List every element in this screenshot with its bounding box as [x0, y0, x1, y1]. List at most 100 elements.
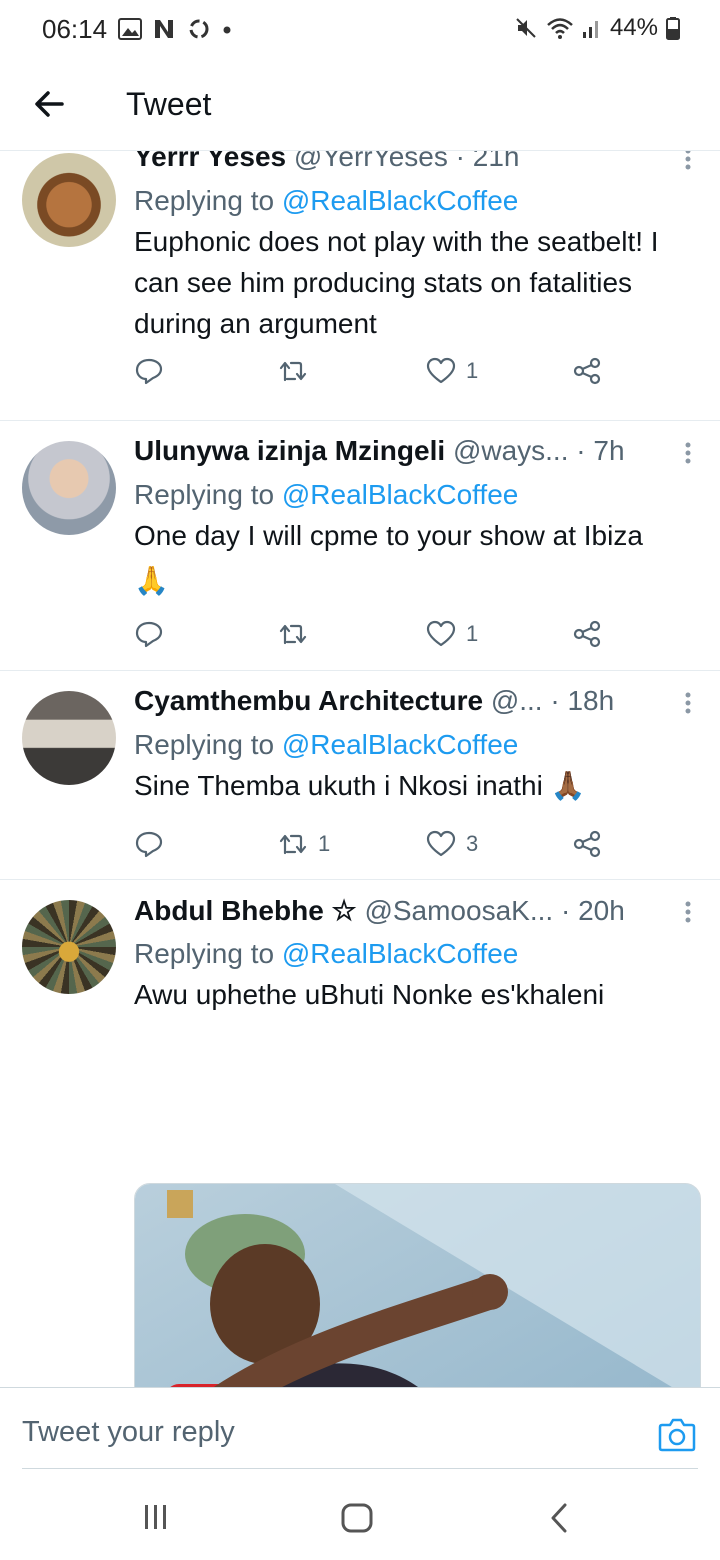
sync-icon: [189, 19, 209, 39]
reply-button[interactable]: [134, 356, 164, 386]
home-icon[interactable]: [340, 1502, 374, 1534]
tweet-item[interactable]: Abdul Bhebhe ☆ @SamoosaK... · 20h Replyi…: [0, 880, 720, 1387]
heart-icon: [426, 357, 456, 384]
like-button[interactable]: 1: [426, 356, 478, 386]
retweet-button[interactable]: [278, 619, 318, 649]
retweet-icon: [279, 624, 307, 645]
heart-icon: [426, 830, 456, 857]
tweet-header: Yerrr Yeses @YerrYeses · 21h: [134, 151, 700, 177]
tweet-text: Awu uphethe uBhuti Nonke es'khaleni: [134, 979, 605, 1010]
share-icon: [573, 620, 601, 648]
like-count: 1: [466, 621, 479, 646]
author-name[interactable]: Abdul Bhebhe ☆: [134, 895, 357, 926]
mention-link[interactable]: @RealBlackCoffee: [282, 938, 518, 969]
tweet-text: Sine Themba ukuth i Nkosi inathi: [134, 770, 543, 801]
arrow-left-icon[interactable]: [30, 84, 70, 124]
tweet-time: 7h: [593, 435, 625, 466]
more-options-icon[interactable]: [684, 691, 692, 715]
recent-apps-icon[interactable]: [142, 1502, 170, 1532]
author-handle[interactable]: @...: [491, 685, 543, 716]
separator-dot: ·: [455, 151, 465, 172]
avatar[interactable]: [22, 691, 116, 785]
author-handle[interactable]: @ways...: [453, 435, 569, 466]
reply-button[interactable]: [134, 619, 164, 649]
tweet-actions: 1: [134, 619, 614, 651]
separator-dot: ·: [550, 685, 560, 716]
camera-icon[interactable]: [658, 1416, 696, 1452]
reply-icon: [135, 831, 163, 858]
dot-icon: [223, 26, 231, 34]
like-button[interactable]: 3: [426, 829, 478, 859]
share-button[interactable]: [572, 829, 602, 859]
app-header: Tweet: [0, 58, 720, 151]
tweet-header: Cyamthembu Architecture @... · 18h: [134, 685, 700, 721]
share-icon: [573, 830, 601, 858]
like-button[interactable]: 1: [426, 619, 478, 649]
n-icon: [155, 20, 173, 38]
author-handle[interactable]: @SamoosaK...: [364, 895, 553, 926]
replying-to: Replying to @RealBlackCoffee: [134, 729, 519, 760]
tweet-item[interactable]: Cyamthembu Architecture @... · 18h Reply…: [0, 671, 720, 880]
tweet-time: 20h: [578, 895, 625, 926]
author-handle[interactable]: @YerrYeses: [294, 151, 448, 172]
gallery-icon: [118, 18, 142, 40]
tweet-header: Abdul Bhebhe ☆ @SamoosaK... · 20h: [134, 894, 700, 930]
tweet-header: Ulunywa izinja Mzingeli @ways... · 7h: [134, 435, 700, 471]
mention-link[interactable]: @RealBlackCoffee: [282, 185, 518, 216]
author-name[interactable]: Ulunywa izinja Mzingeli: [134, 435, 445, 466]
retweet-count: 1: [318, 831, 331, 856]
share-icon: [573, 357, 601, 385]
tweet-actions: 1 3: [134, 829, 614, 861]
separator-dot: ·: [560, 895, 571, 926]
share-button[interactable]: [572, 356, 602, 386]
mention-link[interactable]: @RealBlackCoffee: [282, 729, 518, 760]
avatar[interactable]: [22, 153, 116, 247]
tweet-media-image[interactable]: [134, 1183, 701, 1387]
reply-icon: [135, 358, 163, 385]
mute-icon: [516, 18, 536, 38]
separator-dot: ·: [576, 435, 586, 466]
reply-feed[interactable]: Yerrr Yeses @YerrYeses · 21h Replying to…: [0, 151, 720, 1387]
tweet-emoji: 🙏: [134, 565, 169, 596]
battery-icon: [666, 17, 680, 40]
avatar[interactable]: [22, 900, 116, 994]
retweet-button[interactable]: 1: [278, 829, 330, 859]
tweet-item[interactable]: Ulunywa izinja Mzingeli @ways... · 7h Re…: [0, 421, 720, 671]
divider: [22, 1468, 698, 1469]
like-count: 3: [466, 831, 479, 856]
replying-to: Replying to @RealBlackCoffee: [134, 479, 519, 510]
author-name[interactable]: Cyamthembu Architecture: [134, 685, 483, 716]
reply-button[interactable]: [134, 829, 164, 859]
tweet-item[interactable]: Yerrr Yeses @YerrYeses · 21h Replying to…: [0, 151, 720, 421]
status-left-icons: [118, 16, 232, 42]
reply-icon: [135, 621, 163, 648]
avatar[interactable]: [22, 441, 116, 535]
replying-to: Replying to @RealBlackCoffee: [134, 938, 519, 969]
like-count: 1: [466, 358, 479, 383]
retweet-icon: [279, 834, 307, 855]
share-button[interactable]: [572, 619, 602, 649]
tweet-time: 18h: [567, 685, 615, 716]
author-name[interactable]: Yerrr Yeses: [134, 151, 286, 172]
mention-link[interactable]: @RealBlackCoffee: [282, 479, 518, 510]
more-options-icon[interactable]: [684, 151, 692, 171]
more-options-icon[interactable]: [684, 441, 692, 465]
back-icon[interactable]: [548, 1502, 570, 1534]
retweet-button[interactable]: [278, 356, 318, 386]
page-title: Tweet: [126, 86, 212, 122]
more-options-icon[interactable]: [684, 900, 692, 924]
reply-input[interactable]: Tweet your reply: [22, 1416, 235, 1449]
tweet-time: 21h: [472, 151, 520, 172]
tweet-actions: 1: [134, 356, 614, 388]
tweet-text-row: Sine Themba ukuth i Nkosi inathi 🙏🏾: [134, 765, 700, 806]
status-bar: 06:14 44%: [0, 0, 720, 58]
tweet-emoji: 🙏🏾: [550, 770, 586, 801]
status-time: 06:14: [42, 14, 108, 44]
tweet-text: One day I will cpme to your show at Ibiz…: [134, 520, 643, 551]
signal-icon: [582, 21, 598, 38]
battery-percent: 44%: [609, 14, 658, 41]
wifi-icon: [547, 18, 573, 39]
system-nav-bar: [0, 1470, 720, 1560]
status-right-icons: 44%: [514, 14, 680, 42]
media-photo: [135, 1184, 700, 1387]
